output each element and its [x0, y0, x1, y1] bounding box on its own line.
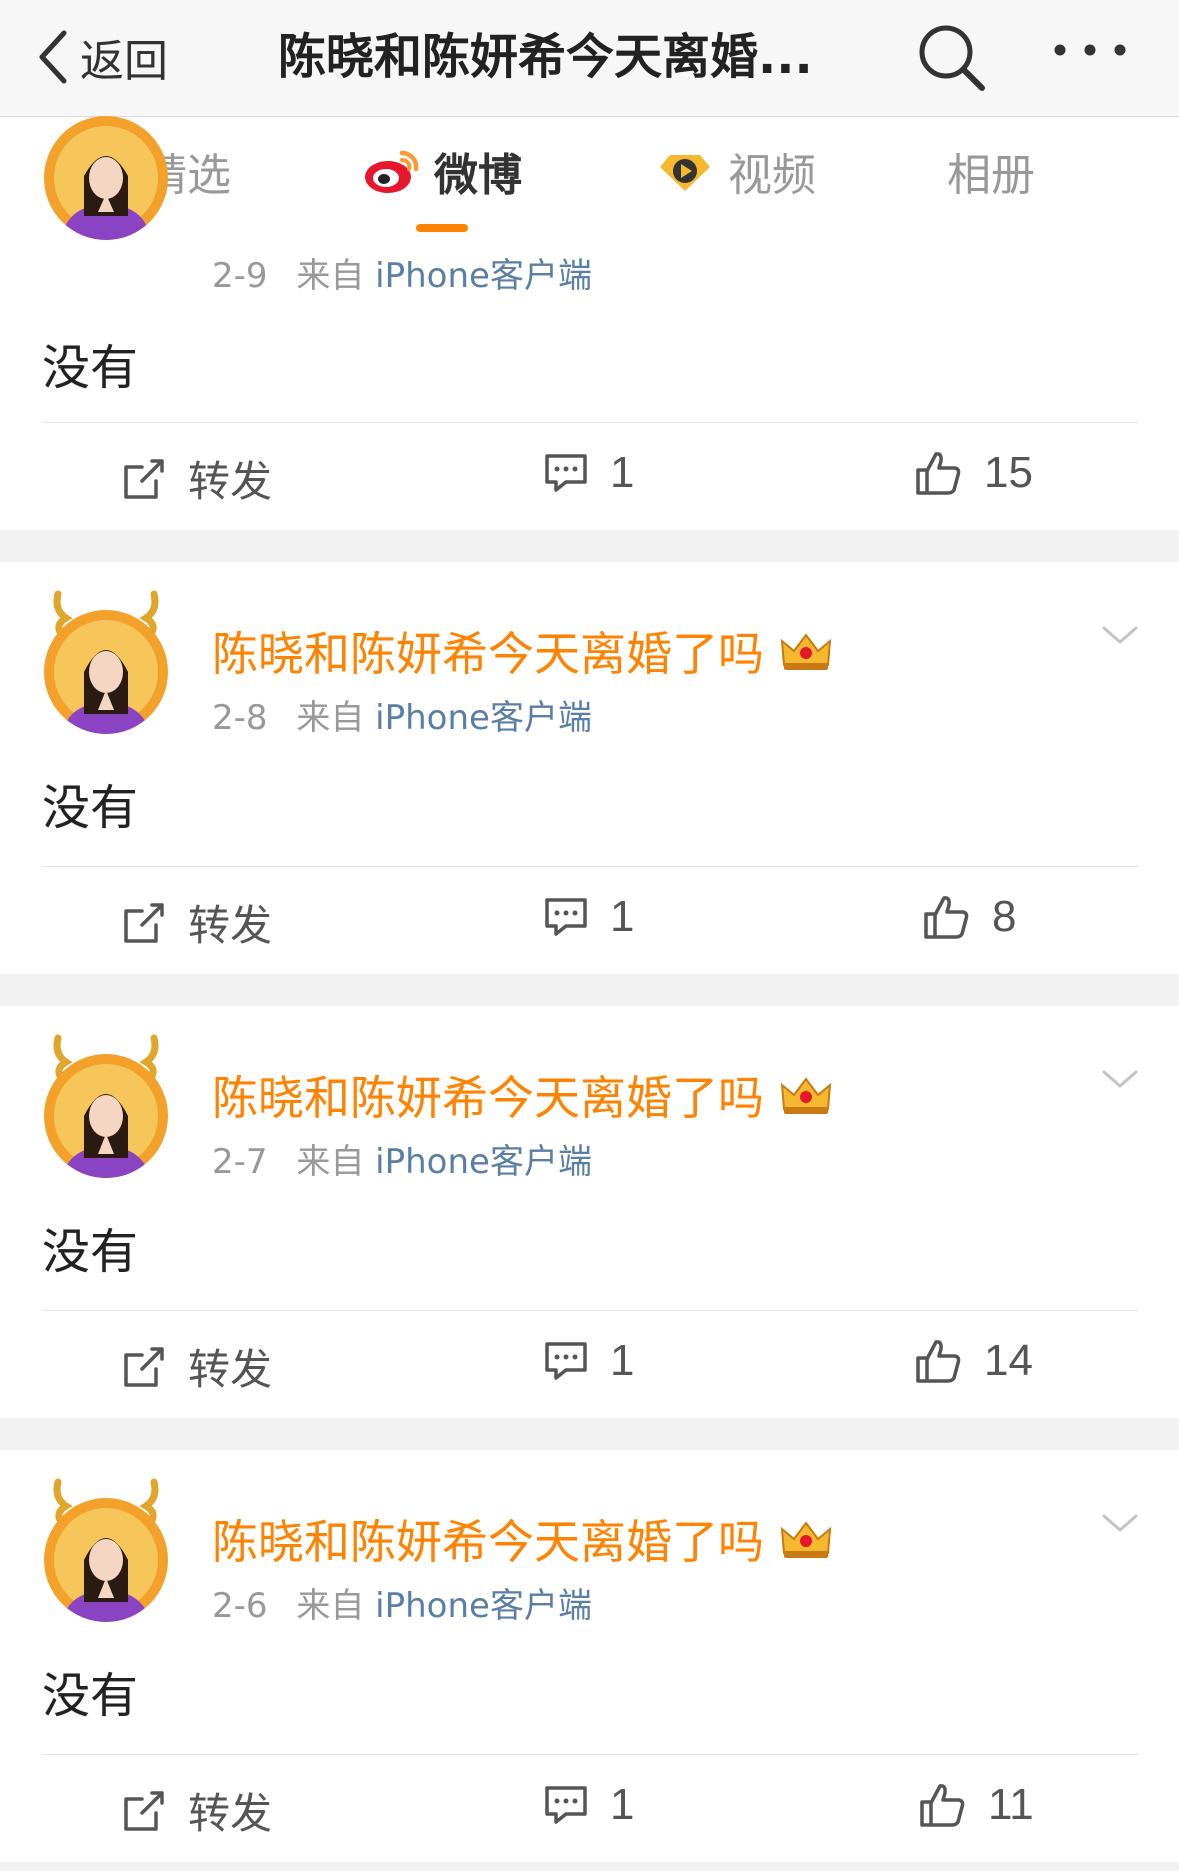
post-card: 陈晓和陈妍希今天离婚了吗 2-6 来自 iPhone客户端 没有 转发 1 11	[0, 1450, 1179, 1862]
comment-icon	[545, 1786, 587, 1824]
post-date: 2-7	[212, 1142, 268, 1182]
post-meta: 2-9 来自 iPhone客户端	[212, 248, 592, 297]
tab-bar: 精选 微博 视频 相册	[0, 117, 1179, 232]
username-link[interactable]: 陈晓和陈妍希今天离婚了吗	[212, 618, 834, 684]
share-icon	[124, 458, 164, 499]
divider	[42, 422, 1138, 423]
username: 陈晓和陈妍希今天离婚了吗	[212, 1071, 764, 1125]
repost-label: 转发	[188, 1789, 273, 1838]
post-meta: 2-7 来自 iPhone客户端	[212, 1134, 592, 1183]
avatar[interactable]	[38, 584, 174, 734]
username-link[interactable]: 陈晓和陈妍希今天离婚了吗	[212, 1062, 834, 1128]
thumbs-up-icon	[916, 452, 961, 495]
crown-badge-icon	[780, 1077, 832, 1114]
comment-button[interactable]: 1	[544, 448, 634, 498]
comment-count: 1	[610, 448, 635, 497]
avatar[interactable]	[44, 116, 168, 240]
post-card: 2-9 来自 iPhone客户端 没有 转发 1 15	[0, 116, 1179, 530]
page-title: 陈晓和陈妍希今天离婚...	[278, 29, 813, 85]
post-date: 2-9	[212, 256, 268, 296]
tab-album[interactable]: 相册	[947, 141, 1035, 201]
comment-icon	[545, 454, 587, 492]
from-label: 来自	[296, 256, 365, 296]
post-card: 陈晓和陈妍希今天离婚了吗 2-8 来自 iPhone客户端 没有 转发 1 8	[0, 562, 1179, 974]
back-label: 返回	[80, 36, 168, 87]
like-count: 15	[984, 448, 1033, 497]
divider	[42, 1754, 1138, 1755]
more-icon[interactable]	[1050, 30, 1130, 70]
tab-label: 相册	[947, 150, 1035, 201]
comment-count: 1	[610, 892, 635, 941]
navigation-bar: 返回 陈晓和陈妍希今天离婚...	[0, 0, 1179, 117]
post-meta: 2-8 来自 iPhone客户端	[212, 690, 592, 739]
post-source[interactable]: iPhone客户端	[375, 1586, 592, 1626]
comment-count: 1	[610, 1336, 635, 1385]
repost-label: 转发	[188, 1345, 273, 1394]
crown-badge-icon	[780, 633, 832, 670]
post-text: 没有	[42, 780, 139, 836]
post-text: 没有	[42, 1668, 139, 1724]
search-icon[interactable]	[914, 20, 988, 94]
thumbs-up-icon	[916, 1340, 961, 1383]
username: 陈晓和陈妍希今天离婚了吗	[212, 1515, 764, 1569]
divider	[42, 866, 1138, 867]
like-button[interactable]: 15	[914, 448, 1033, 498]
like-count: 14	[984, 1336, 1033, 1385]
tab-weibo[interactable]: 微博	[362, 141, 522, 201]
tab-label: 微博	[434, 150, 522, 201]
chevron-down-icon[interactable]	[1100, 1510, 1140, 1536]
repost-button[interactable]: 转发	[122, 448, 272, 509]
username: 陈晓和陈妍希今天离婚了吗	[212, 627, 764, 681]
repost-label: 转发	[188, 901, 273, 950]
like-button[interactable]: 14	[914, 1336, 1033, 1386]
thumbs-up-icon	[920, 1784, 965, 1827]
post-source[interactable]: iPhone客户端	[375, 1142, 592, 1182]
like-count: 8	[992, 892, 1017, 941]
comment-button[interactable]: 1	[544, 1336, 634, 1386]
post-source[interactable]: iPhone客户端	[375, 256, 592, 296]
divider	[42, 1310, 1138, 1311]
post-date: 2-6	[212, 1586, 268, 1626]
share-icon	[124, 902, 164, 943]
post-date: 2-8	[212, 698, 268, 738]
back-button[interactable]: 返回	[36, 22, 168, 92]
like-button[interactable]: 11	[918, 1780, 1034, 1830]
chevron-down-icon[interactable]	[1100, 1066, 1140, 1092]
repost-label: 转发	[188, 457, 273, 506]
post-source[interactable]: iPhone客户端	[375, 698, 592, 738]
post-text: 没有	[42, 1224, 139, 1280]
chevron-down-icon[interactable]	[1100, 622, 1140, 648]
video-badge-icon	[660, 155, 710, 191]
avatar[interactable]	[38, 1472, 174, 1622]
repost-button[interactable]: 转发	[122, 892, 272, 953]
from-label: 来自	[296, 698, 365, 738]
tab-video[interactable]: 视频	[656, 141, 816, 201]
active-tab-indicator	[416, 224, 468, 232]
from-label: 来自	[296, 1586, 365, 1626]
weibo-logo-icon	[365, 150, 419, 193]
from-label: 来自	[296, 1142, 365, 1182]
username-link[interactable]: 陈晓和陈妍希今天离婚了吗	[212, 1506, 834, 1572]
repost-button[interactable]: 转发	[122, 1780, 272, 1841]
repost-button[interactable]: 转发	[122, 1336, 272, 1397]
comment-count: 1	[610, 1780, 635, 1829]
post-meta: 2-6 来自 iPhone客户端	[212, 1578, 592, 1627]
avatar[interactable]	[38, 1028, 174, 1178]
crown-badge-icon	[780, 1521, 832, 1558]
comment-icon	[545, 1342, 587, 1380]
tab-label: 视频	[728, 150, 816, 201]
thumbs-up-icon	[924, 896, 969, 939]
share-icon	[124, 1790, 164, 1831]
like-button[interactable]: 8	[922, 892, 1016, 942]
share-icon	[124, 1346, 164, 1387]
like-count: 11	[988, 1780, 1034, 1829]
comment-icon	[545, 898, 587, 936]
chevron-left-icon	[39, 30, 67, 84]
comment-button[interactable]: 1	[544, 1780, 634, 1830]
post-card: 陈晓和陈妍希今天离婚了吗 2-7 来自 iPhone客户端 没有 转发 1 14	[0, 1006, 1179, 1418]
comment-button[interactable]: 1	[544, 892, 634, 942]
post-text: 没有	[42, 340, 139, 396]
